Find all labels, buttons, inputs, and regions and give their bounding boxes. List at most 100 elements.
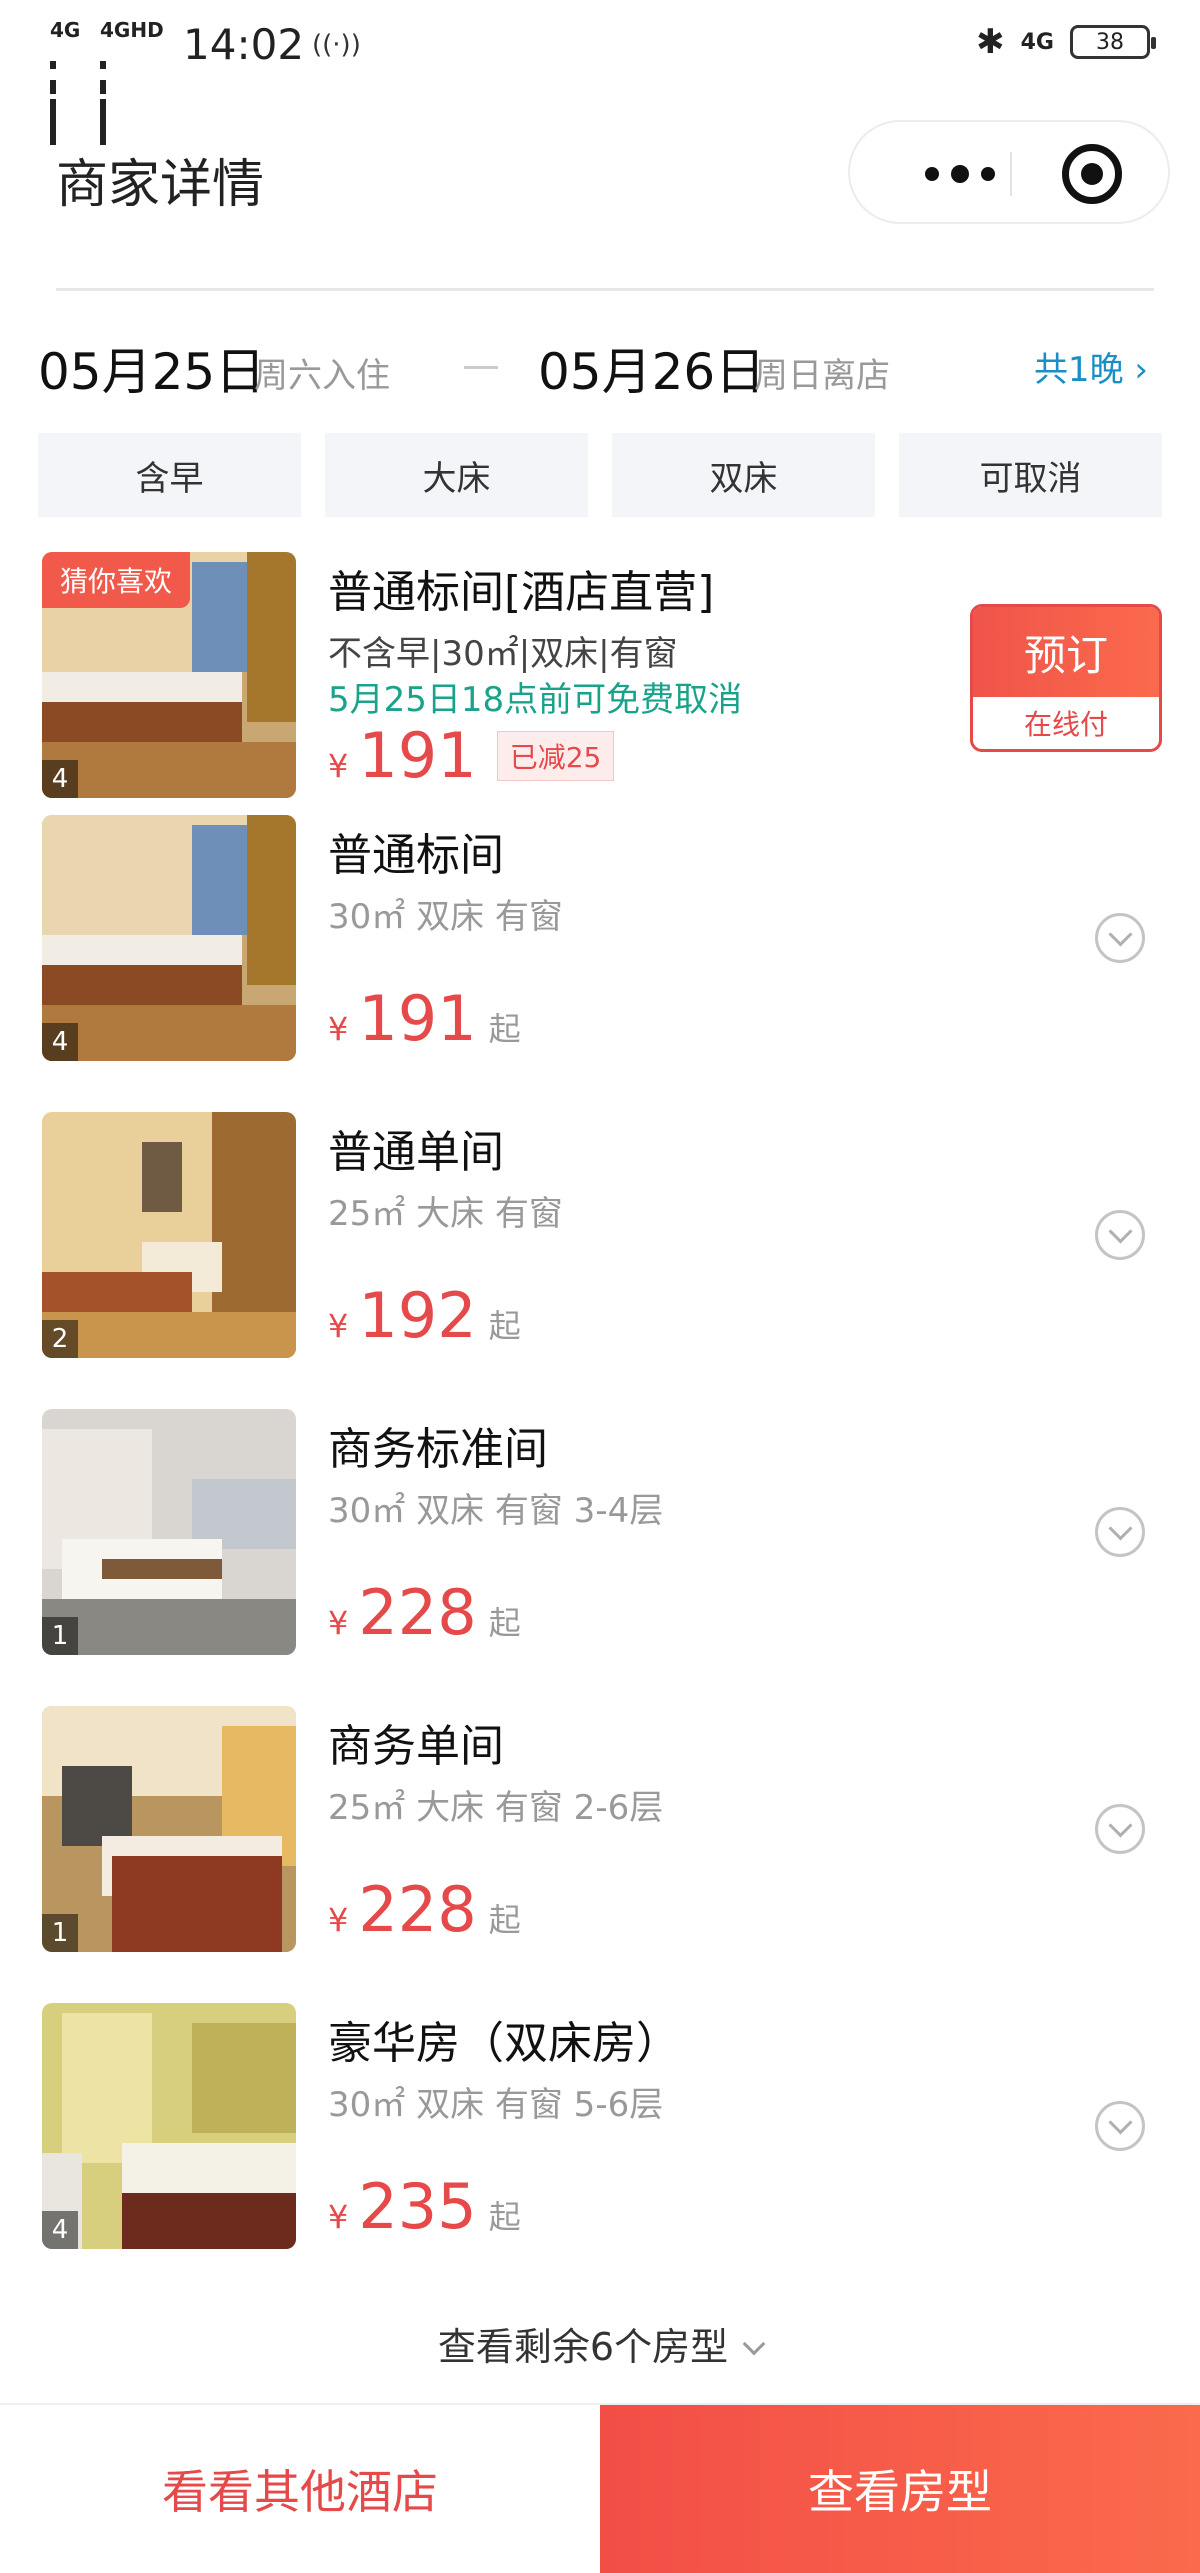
filter-cancellable[interactable]: 可取消 [899,433,1162,517]
photo-count: 2 [42,1320,78,1358]
filter-chips: 含早 大床 双床 可取消 [38,433,1162,517]
discount-badge: 已减25 [496,731,615,781]
room-photo[interactable]: 2 [42,1112,296,1358]
pay-online-label: 在线付 [1023,708,1108,741]
room-spec: 30㎡ 双床 有窗 5-6层 [328,2085,664,2125]
price-value: 192 [358,1279,477,1352]
cancel-policy: 5月25日18点前可免费取消 [328,680,743,720]
room-photo[interactable]: 1 [42,1706,296,1952]
room-name: 商务标准间 [328,1424,548,1475]
price-suffix: 起 [488,1307,521,1345]
room-spec: 30㎡ 双床 有窗 3-4层 [328,1491,664,1531]
room-name: 普通标间[酒店直营] [328,567,715,618]
room-card[interactable]: 1 商务单间 25㎡ 大床 有窗 2-6层 ¥ 228 起 [0,1706,1200,1954]
room-name: 普通单间 [328,1127,504,1178]
price-suffix: 起 [488,1010,521,1048]
room-photo-image [42,815,296,1061]
price-suffix: 起 [488,1604,521,1642]
battery-level: 38 [1096,29,1124,55]
status-right-group: ✱ 4G 38 [976,22,1156,62]
room-price: ¥ 191 已减25 [328,719,615,792]
room-name: 商务单间 [328,1721,504,1772]
room-price: ¥ 228 起 [328,1576,521,1649]
room-photo-image [42,2003,296,2249]
filter-king-bed[interactable]: 大床 [325,433,588,517]
expand-chevron-icon[interactable] [1095,2101,1145,2151]
room-price: ¥ 235 起 [328,2170,521,2243]
photo-count: 4 [42,2211,78,2249]
filter-twin-bed[interactable]: 双床 [612,433,875,517]
date-selector[interactable]: 05月25日 周六入住 05月26日 周日离店 共1晚 › [0,330,1200,410]
checkin-label: 周六入住 [254,356,390,396]
show-more-label: 查看剩余6个房型 [437,2325,729,2369]
currency-symbol: ¥ [328,1901,349,1939]
nights-count[interactable]: 共1晚 › [1034,342,1148,391]
more-options-icon[interactable] [910,156,1010,192]
room-spec: 25㎡ 大床 有窗 2-6层 [328,1788,664,1828]
room-photo-image [42,1112,296,1358]
expand-chevron-icon[interactable] [1095,913,1145,963]
expand-chevron-icon[interactable] [1095,1507,1145,1557]
date-separator [464,366,498,369]
price-suffix: 起 [488,2198,521,2236]
price-value: 235 [358,2170,477,2243]
network-type-label: 4GHD [100,18,164,42]
chevron-down-icon [742,2332,766,2356]
room-price: ¥ 192 起 [328,1279,521,1352]
network-type-label: 4G [50,18,81,42]
photo-count: 4 [42,1023,78,1061]
price-value: 191 [358,982,477,1055]
room-card[interactable]: 4 豪华房（双床房） 30㎡ 双床 有窗 5-6层 ¥ 235 起 [0,2003,1200,2251]
price-value: 191 [358,719,477,792]
chevron-right-icon: › [1134,350,1148,390]
room-photo[interactable]: 4 [42,2003,296,2249]
bottom-action-bar: 看看其他酒店 查看房型 [0,2403,1200,2573]
room-card[interactable]: 2 普通单间 25㎡ 大床 有窗 ¥ 192 起 [0,1112,1200,1360]
hotspot-icon: ((·)) [312,30,361,60]
view-rooms-button[interactable]: 查看房型 [600,2405,1200,2573]
expand-chevron-icon[interactable] [1095,1210,1145,1260]
photo-count: 4 [42,760,78,798]
currency-symbol: ¥ [328,1307,349,1345]
room-spec: 25㎡ 大床 有窗 [328,1194,563,1234]
currency-symbol: ¥ [328,1604,349,1642]
capsule-divider [1010,152,1012,196]
status-bar: 4G 4GHD 14:02 ((·)) ✱ 4G 38 [0,0,1200,145]
room-photo[interactable]: 4 [42,815,296,1061]
room-card[interactable]: 4 普通标间 30㎡ 双床 有窗 ¥ 191 起 [0,815,1200,1063]
room-name: 普通标间 [328,830,504,881]
other-hotels-button[interactable]: 看看其他酒店 [0,2405,600,2573]
price-suffix: 起 [488,1901,521,1939]
bluetooth-icon: ✱ [976,22,1005,62]
nights-label: 共1晚 [1033,350,1124,390]
battery-icon: 38 [1070,25,1156,59]
show-more-rooms[interactable]: 查看剩余6个房型 [0,2316,1200,2371]
clock: 14:02 [183,20,305,69]
room-spec: 不含早|30㎡|双床|有窗 [328,634,678,674]
signal-bars-icon [100,44,109,145]
room-name: 豪华房（双床房） [328,2018,680,2069]
close-target-icon[interactable] [1062,144,1122,204]
signal-bars-icon [50,44,59,145]
header-divider [56,288,1154,291]
checkin-date: 05月25日 [38,343,266,401]
mini-program-capsule [848,120,1170,224]
price-value: 228 [358,1873,477,1946]
room-card[interactable]: 1 商务标准间 30㎡ 双床 有窗 3-4层 ¥ 228 起 [0,1409,1200,1657]
room-photo-image [42,1409,296,1655]
checkout-label: 周日离店 [754,356,890,396]
room-price: ¥ 228 起 [328,1873,521,1946]
currency-symbol: ¥ [328,2198,349,2236]
currency-symbol: ¥ [328,1010,349,1048]
room-photo-image [42,1706,296,1952]
recommend-tag: 猜你喜欢 [42,552,191,608]
price-value: 228 [358,1576,477,1649]
room-price: ¥ 191 起 [328,982,521,1055]
photo-count: 1 [42,1617,78,1655]
book-button[interactable]: 预订 在线付 [970,604,1162,752]
expand-chevron-icon[interactable] [1095,1804,1145,1854]
filter-breakfast[interactable]: 含早 [38,433,301,517]
checkout-date: 05月26日 [538,343,766,401]
room-spec: 30㎡ 双床 有窗 [328,897,563,937]
room-photo[interactable]: 1 [42,1409,296,1655]
